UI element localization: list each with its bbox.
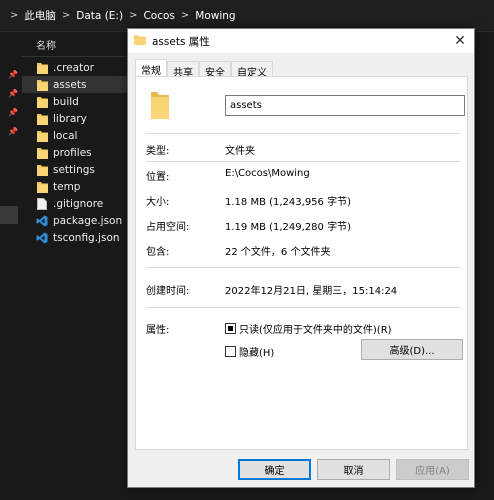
tab-customize[interactable]: 自定义 [231,61,273,79]
chevron-right-icon: > [180,10,190,21]
tab-strip: 常规 共享 安全 自定义 [135,59,273,79]
file-name: local [53,129,78,142]
type-label: 类型: [146,146,170,157]
apply-button[interactable]: 应用(A) [396,459,469,480]
file-name: settings [53,163,95,176]
file-row[interactable]: temp [22,178,130,195]
folder-icon [36,181,48,193]
folder-icon [150,90,170,123]
nav-selected-item[interactable] [0,206,18,224]
breadcrumb-data-drive[interactable]: Data (E:) [76,10,123,22]
file-row[interactable]: package.json [22,212,130,229]
readonly-checkbox-row[interactable]: 只读(仅应用于文件夹中的文件)(R) [225,321,392,336]
file-row[interactable]: local [22,127,130,144]
type-value: 文件夹 [225,146,255,157]
tab-security[interactable]: 安全 [199,61,231,79]
chevron-right-icon: > [129,10,138,21]
file-row[interactable]: library [22,110,130,127]
file-row[interactable]: .creator [22,59,130,76]
file-name: .gitignore [53,197,104,210]
dialog-title: assets 属性 [152,35,210,48]
folder-icon [36,164,48,176]
folder-icon [36,62,48,74]
divider [146,267,460,268]
file-name: package.json [53,214,123,227]
file-name: profiles [53,146,92,159]
size-label: 大小: [146,197,170,208]
size-value: 1.18 MB (1,243,956 字节) [225,197,351,208]
folder-icon [36,96,48,108]
pin-icon[interactable]: 📌 [8,127,18,136]
close-icon: ✕ [454,33,466,49]
file-list: .creator assets build library local profiles s… [22,59,130,246]
ok-button[interactable]: 确定 [238,459,311,480]
file-name: .creator [53,61,94,74]
column-divider [22,56,132,57]
tab-sharing[interactable]: 共享 [167,61,199,79]
pin-icon[interactable]: 📌 [8,70,18,79]
folder-icon [36,147,48,159]
divider [146,133,460,134]
disk-size-value: 1.19 MB (1,249,280 字节) [225,222,351,233]
divider [146,307,460,308]
general-panel: 类型: 文件夹 位置: E:\Cocos\Mowing 大小: 1.18 MB … [135,76,468,450]
indeterminate-mark [228,326,233,331]
hidden-checkbox[interactable] [225,346,236,357]
advanced-button[interactable]: 高级(D)... [361,339,463,360]
disk-size-label: 占用空间: [146,222,190,233]
file-name: build [53,95,79,108]
file-row[interactable]: .gitignore [22,195,130,212]
file-name: assets [53,78,87,91]
quick-access-bar: 📌 📌 📌 📌 [0,33,18,500]
file-row[interactable]: profiles [22,144,130,161]
readonly-label: 只读(仅应用于文件夹中的文件)(R) [239,325,392,336]
file-name: temp [53,180,81,193]
chevron-right-icon: > [61,10,71,21]
contains-value: 22 个文件，6 个文件夹 [225,247,331,258]
created-value: 2022年12月21日, 星期三，15:14:24 [225,286,398,297]
cancel-button[interactable]: 取消 [317,459,390,480]
file-name: library [53,112,87,125]
divider [146,161,460,162]
file-row[interactable]: tsconfig.json [22,229,130,246]
attributes-label: 属性: [146,325,170,336]
dialog-titlebar[interactable]: assets 属性 ✕ [128,29,474,53]
created-label: 创建时间: [146,286,190,297]
readonly-checkbox[interactable] [225,323,236,334]
close-button[interactable]: ✕ [450,31,470,51]
file-row[interactable]: build [22,93,130,110]
folder-name-input[interactable] [225,95,465,116]
chevron-right-icon: > [10,10,19,21]
file-row[interactable]: assets [22,76,130,93]
hidden-label: 隐藏(H) [239,348,275,359]
vscode-icon [36,232,48,244]
column-header-name[interactable]: 名称 [36,37,56,52]
tab-general[interactable]: 常规 [135,59,167,77]
location-label: 位置: [146,172,170,183]
hidden-checkbox-row[interactable]: 隐藏(H) [225,344,274,359]
pin-icon[interactable]: 📌 [8,108,18,117]
folder-icon [36,79,48,91]
file-icon [36,197,48,210]
folder-icon [36,130,48,142]
contains-label: 包含: [146,247,170,258]
pin-icon[interactable]: 📌 [8,89,18,98]
file-name: tsconfig.json [53,231,120,244]
folder-icon [36,113,48,125]
properties-dialog: assets 属性 ✕ 常规 共享 安全 自定义 类型: 文件夹 位置: E:\… [127,28,475,488]
breadcrumb-mowing[interactable]: Mowing [195,10,235,22]
breadcrumb-this-pc[interactable]: 此电脑 [24,8,56,23]
breadcrumb-cocos[interactable]: Cocos [143,10,174,22]
vscode-icon [36,215,48,227]
folder-icon [134,34,146,48]
location-value: E:\Cocos\Mowing [225,168,310,179]
file-row[interactable]: settings [22,161,130,178]
